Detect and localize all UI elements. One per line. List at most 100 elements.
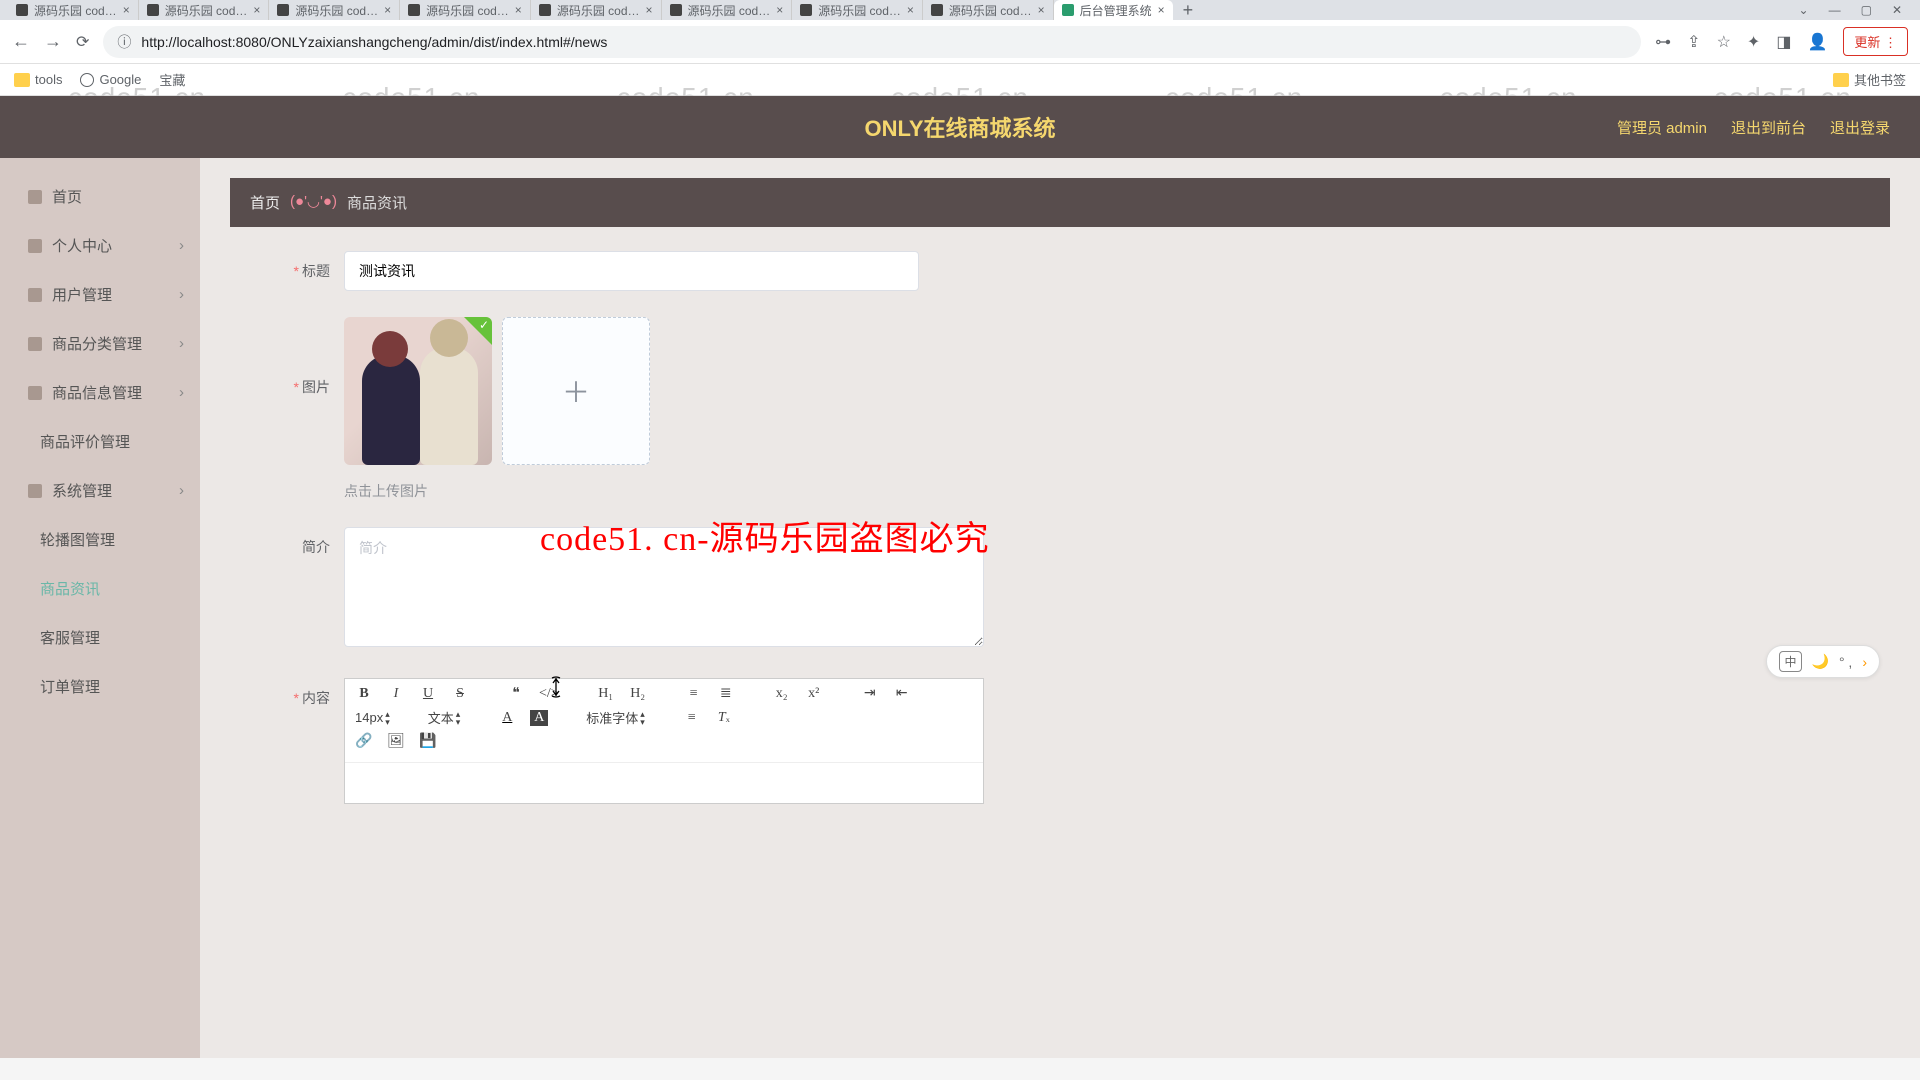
tab-title: 源码乐园 cod… xyxy=(426,2,509,19)
tab-title: 源码乐园 cod… xyxy=(818,2,901,19)
browser-tab[interactable]: 源码乐园 cod…× xyxy=(531,0,662,20)
browser-tab[interactable]: 源码乐园 cod…× xyxy=(923,0,1054,20)
sidebar-sub-order[interactable]: 订单管理 xyxy=(0,662,200,711)
minimize-icon[interactable]: — xyxy=(1829,3,1841,17)
close-icon[interactable]: × xyxy=(646,3,653,17)
superscript-icon[interactable]: x² xyxy=(805,686,823,702)
close-icon[interactable]: × xyxy=(253,3,260,17)
main-content: 首页 (●'◡'●) 商品资讯 *标题 *图片 ✓ xyxy=(200,158,1920,1058)
ime-punct[interactable]: ° , xyxy=(1839,654,1852,670)
content-label: *内容 xyxy=(260,678,330,708)
subscript-icon[interactable]: x₂ xyxy=(773,686,791,702)
url-bar[interactable]: ⓘ http://localhost:8080/ONLYzaixianshang… xyxy=(103,26,1641,58)
h1-icon[interactable]: H₁ xyxy=(597,686,615,702)
reload-button[interactable]: ⟳ xyxy=(76,32,89,52)
sidebar-item-home[interactable]: 首页 xyxy=(0,172,200,221)
header-user[interactable]: 管理员 admin xyxy=(1617,117,1707,138)
sidebar-item-category[interactable]: 商品分类管理 xyxy=(0,319,200,368)
favicon-icon xyxy=(1062,4,1074,16)
browser-tab[interactable]: 源码乐园 cod… × xyxy=(662,0,793,20)
link-icon[interactable]: 🔗 xyxy=(355,733,373,750)
key-icon[interactable]: ⊶ xyxy=(1655,32,1671,52)
browser-tab[interactable]: 源码乐园 cod… × xyxy=(792,0,923,20)
image-icon[interactable]: 🖼 xyxy=(387,733,405,750)
bookmark-google[interactable]: Google xyxy=(80,72,141,87)
browser-tab[interactable]: 源码乐园 cod… × xyxy=(8,0,139,20)
ime-lang[interactable]: 中 xyxy=(1779,651,1801,672)
underline-icon[interactable]: U xyxy=(419,686,437,702)
browser-tab[interactable]: 源码乐园 cod…× xyxy=(269,0,400,20)
breadcrumb: 首页 (●'◡'●) 商品资讯 xyxy=(230,178,1890,227)
ime-floating-bar[interactable]: 中 🌙 ° , › xyxy=(1766,645,1880,678)
users-icon xyxy=(28,288,42,302)
sidebar-item-user-mgmt[interactable]: 用户管理 xyxy=(0,270,200,319)
site-info-icon[interactable]: ⓘ xyxy=(117,32,131,52)
italic-icon[interactable]: I xyxy=(387,686,405,702)
tab-title: 源码乐园 cod… xyxy=(688,2,771,19)
close-icon[interactable]: × xyxy=(515,3,522,17)
close-icon[interactable]: × xyxy=(776,3,783,17)
upload-hint: 点击上传图片 xyxy=(344,481,650,501)
quote-icon[interactable]: ❝ xyxy=(507,685,525,702)
sidebar-sub-service[interactable]: 客服管理 xyxy=(0,613,200,662)
extensions-icon[interactable]: ✦ xyxy=(1747,32,1760,52)
back-button[interactable]: ← xyxy=(12,31,30,52)
app-title: ONLY在线商城系统 xyxy=(864,111,1055,143)
h2-icon[interactable]: H₂ xyxy=(629,686,647,702)
close-icon[interactable]: × xyxy=(123,3,130,17)
favicon-icon xyxy=(277,4,289,16)
close-icon[interactable]: × xyxy=(384,3,391,17)
align-icon[interactable]: ≡ xyxy=(683,710,701,726)
close-icon[interactable]: × xyxy=(1158,3,1165,17)
upload-add-button[interactable]: ＋ xyxy=(502,317,650,465)
sidepanel-icon[interactable]: ◨ xyxy=(1776,32,1791,52)
forward-button[interactable]: → xyxy=(44,31,62,52)
breadcrumb-home[interactable]: 首页 xyxy=(250,192,280,213)
star-icon[interactable]: ☆ xyxy=(1717,32,1731,52)
sidebar-item-personal[interactable]: 个人中心 xyxy=(0,221,200,270)
editor-content[interactable] xyxy=(345,763,983,803)
ordered-list-icon[interactable]: ≡ xyxy=(685,686,703,702)
close-window-icon[interactable]: ✕ xyxy=(1892,3,1902,17)
logout-link[interactable]: 退出登录 xyxy=(1830,117,1890,138)
clear-format-icon[interactable]: Tₓ xyxy=(715,710,733,726)
new-tab-button[interactable]: + xyxy=(1173,0,1204,21)
maximize-icon[interactable]: ▢ xyxy=(1861,3,1872,17)
profile-icon[interactable]: 👤 xyxy=(1807,32,1827,52)
browser-tab[interactable]: 源码乐园 cod… × xyxy=(400,0,531,20)
category-icon xyxy=(28,337,42,351)
browser-tab-active[interactable]: 后台管理系统× xyxy=(1054,0,1173,20)
uploaded-image-thumb[interactable]: ✓ xyxy=(344,317,492,465)
indent-icon[interactable]: ⇥ xyxy=(861,685,879,702)
close-icon[interactable]: × xyxy=(907,3,914,17)
browser-tab[interactable]: 源码乐园 cod…× xyxy=(139,0,270,20)
sidebar-sub-carousel[interactable]: 轮播图管理 xyxy=(0,515,200,564)
bookmark-other[interactable]: 其他书签 xyxy=(1833,70,1906,89)
bookmark-baozang[interactable]: 宝藏 xyxy=(159,70,185,89)
ime-moon-icon[interactable]: 🌙 xyxy=(1812,653,1829,670)
ime-expand-icon[interactable]: › xyxy=(1862,654,1867,670)
sidebar-item-system[interactable]: 系统管理 xyxy=(0,466,200,515)
share-icon[interactable]: ⇪ xyxy=(1687,32,1700,52)
tab-title: 源码乐园 cod… xyxy=(34,2,117,19)
title-input[interactable] xyxy=(344,251,919,291)
bookmark-tools[interactable]: tools xyxy=(14,72,62,87)
save-icon[interactable]: 💾 xyxy=(419,733,437,750)
chevron-down-icon[interactable]: ⌄ xyxy=(1799,3,1809,17)
sidebar-item-product[interactable]: 商品信息管理 xyxy=(0,368,200,417)
bold-icon[interactable]: B xyxy=(355,686,373,702)
fontfamily-select[interactable]: 标准字体▴▾ xyxy=(586,708,645,727)
product-icon xyxy=(28,386,42,400)
update-button[interactable]: 更新 ⋮ xyxy=(1843,27,1908,56)
goto-front-link[interactable]: 退出到前台 xyxy=(1731,117,1806,138)
strike-icon[interactable]: S xyxy=(451,686,469,702)
textstyle-select[interactable]: 文本▴▾ xyxy=(428,708,461,727)
sidebar-sub-review[interactable]: 商品评价管理 xyxy=(0,417,200,466)
highlight-icon[interactable]: A xyxy=(530,710,548,726)
fontsize-select[interactable]: 14px▴▾ xyxy=(355,710,390,726)
unordered-list-icon[interactable]: ≣ xyxy=(717,685,735,702)
sidebar-sub-news[interactable]: 商品资讯 xyxy=(0,564,200,613)
font-color-icon[interactable]: A xyxy=(498,710,516,726)
outdent-icon[interactable]: ⇤ xyxy=(893,685,911,702)
close-icon[interactable]: × xyxy=(1038,3,1045,17)
